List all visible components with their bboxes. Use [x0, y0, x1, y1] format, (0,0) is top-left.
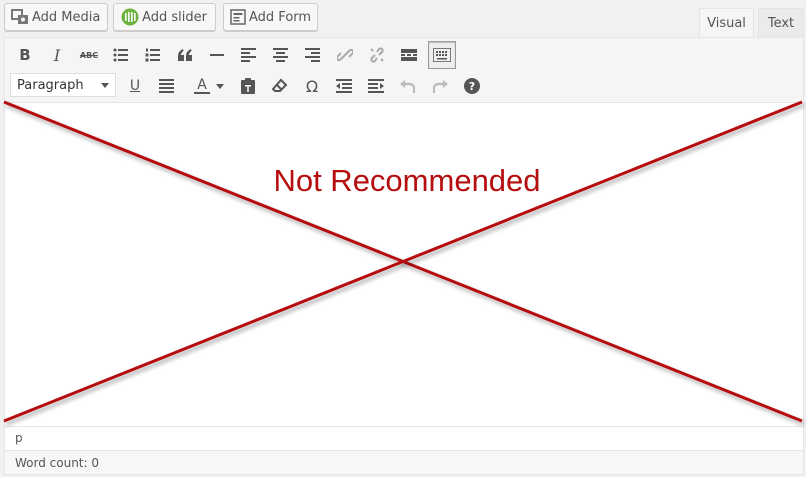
- align-center-icon: [273, 48, 289, 62]
- insert-link-icon: [337, 47, 353, 63]
- numbered-list-button[interactable]: [140, 42, 166, 68]
- paste-text-button[interactable]: [235, 73, 261, 99]
- read-more-icon: [401, 49, 417, 61]
- redo-button[interactable]: [427, 73, 453, 99]
- paste-text-icon: [240, 78, 256, 94]
- read-more-button[interactable]: [396, 42, 422, 68]
- word-count-text: Word count: 0: [15, 455, 100, 470]
- add-form-label: Add Form: [249, 9, 312, 25]
- text-color-button[interactable]: A: [186, 73, 226, 99]
- add-slider-button[interactable]: Add slider: [113, 3, 216, 31]
- bullet-list-icon: [113, 48, 129, 62]
- word-count: Word count: 0: [5, 450, 803, 474]
- toolbar-toggle-icon: [433, 48, 451, 62]
- align-center-button[interactable]: [268, 42, 294, 68]
- italic-button[interactable]: I: [44, 42, 70, 68]
- tab-visual[interactable]: Visual: [699, 8, 754, 38]
- special-character-icon: Ω: [305, 76, 319, 96]
- form-icon: [230, 7, 246, 27]
- tab-visual-label: Visual: [707, 16, 746, 31]
- undo-button[interactable]: [395, 73, 421, 99]
- italic-icon: I: [53, 45, 61, 65]
- bold-icon: B: [19, 46, 31, 64]
- justify-button[interactable]: [154, 73, 180, 99]
- add-media-button[interactable]: Add Media: [4, 3, 108, 31]
- tab-text[interactable]: Text: [758, 8, 804, 37]
- element-path-value[interactable]: p: [15, 431, 23, 445]
- toolbar-toggle-button[interactable]: [428, 41, 456, 69]
- text-color-glyph: A: [197, 77, 207, 93]
- blockquote-button[interactable]: [172, 42, 198, 68]
- text-color-icon: A: [194, 78, 210, 94]
- indent-button[interactable]: [363, 73, 389, 99]
- clear-formatting-button[interactable]: [267, 73, 293, 99]
- redo-icon: [432, 79, 448, 93]
- numbered-list-icon: [145, 48, 161, 62]
- help-button[interactable]: ?: [459, 73, 485, 99]
- text-color-swatch: [194, 92, 210, 94]
- blockquote-icon: [177, 49, 193, 61]
- align-left-button[interactable]: [236, 42, 262, 68]
- add-media-label: Add Media: [32, 9, 101, 25]
- align-left-icon: [241, 48, 257, 62]
- underline-icon: U: [129, 78, 141, 94]
- bullet-list-button[interactable]: [108, 42, 134, 68]
- help-icon: ?: [464, 78, 480, 94]
- editor: B I ABC Paragraph U A Ω ? p Word count: …: [4, 37, 804, 475]
- editor-content-area[interactable]: [5, 103, 803, 424]
- slider-icon: [120, 7, 139, 27]
- undo-icon: [400, 79, 416, 93]
- outdent-button[interactable]: [331, 73, 357, 99]
- align-right-button[interactable]: [300, 42, 326, 68]
- add-slider-label: Add slider: [142, 9, 207, 25]
- unlink-button[interactable]: [364, 42, 390, 68]
- element-path: p: [5, 426, 803, 449]
- justify-icon: [159, 79, 175, 93]
- media-icon: [11, 7, 29, 27]
- horizontal-rule-button[interactable]: [204, 42, 230, 68]
- underline-button[interactable]: U: [122, 73, 148, 99]
- text-color-caret-icon: [216, 84, 224, 89]
- tab-text-label: Text: [767, 15, 795, 31]
- clear-formatting-icon: [272, 78, 288, 94]
- format-select-value: Paragraph: [17, 77, 84, 93]
- indent-icon: [368, 79, 384, 93]
- strikethrough-icon: ABC: [79, 50, 99, 60]
- bold-button[interactable]: B: [12, 42, 38, 68]
- unlink-icon: [369, 47, 385, 63]
- add-form-button[interactable]: Add Form: [223, 3, 318, 31]
- align-right-icon: [305, 48, 321, 62]
- strikethrough-button[interactable]: ABC: [76, 42, 102, 68]
- insert-link-button[interactable]: [332, 42, 358, 68]
- special-character-button[interactable]: Ω: [299, 73, 325, 99]
- outdent-icon: [336, 79, 352, 93]
- editor-toolbar: B I ABC Paragraph U A Ω ?: [5, 38, 803, 103]
- horizontal-rule-icon: [210, 53, 224, 57]
- chevron-down-icon: [101, 83, 109, 88]
- format-select[interactable]: Paragraph: [10, 73, 116, 97]
